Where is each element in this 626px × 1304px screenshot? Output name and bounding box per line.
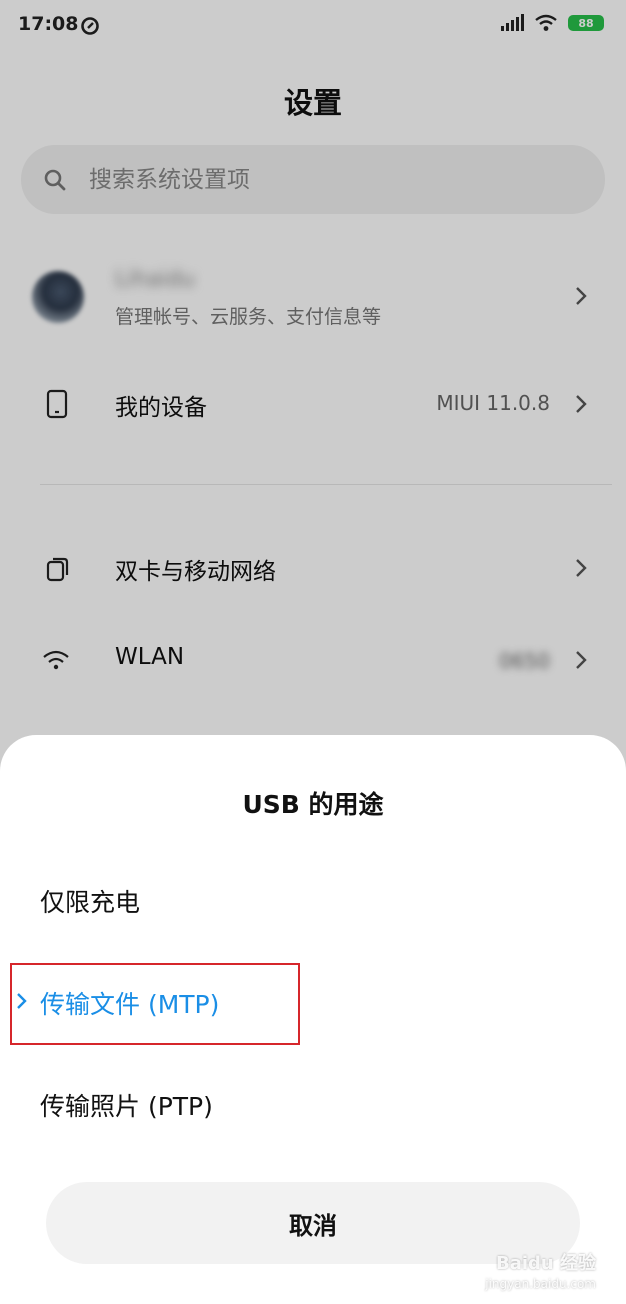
- annotation-highlight-box: [10, 963, 300, 1045]
- watermark-brand: Baidu 经验: [495, 1253, 596, 1274]
- sheet-title: USB 的用途: [242, 790, 384, 819]
- option-charge-only[interactable]: 仅限充电: [40, 883, 140, 919]
- cancel-button[interactable]: 取消: [46, 1182, 580, 1264]
- option-photo-transfer-ptp[interactable]: 传输照片 (PTP): [40, 1087, 213, 1123]
- watermark-site: jingyan.baidu.com: [485, 1277, 596, 1291]
- usb-mode-sheet: USB 的用途 仅限充电 传输文件 (MTP) 传输照片 (PTP) 取消: [0, 735, 626, 1304]
- watermark: Baidu 经验 jingyan.baidu.com: [485, 1254, 596, 1294]
